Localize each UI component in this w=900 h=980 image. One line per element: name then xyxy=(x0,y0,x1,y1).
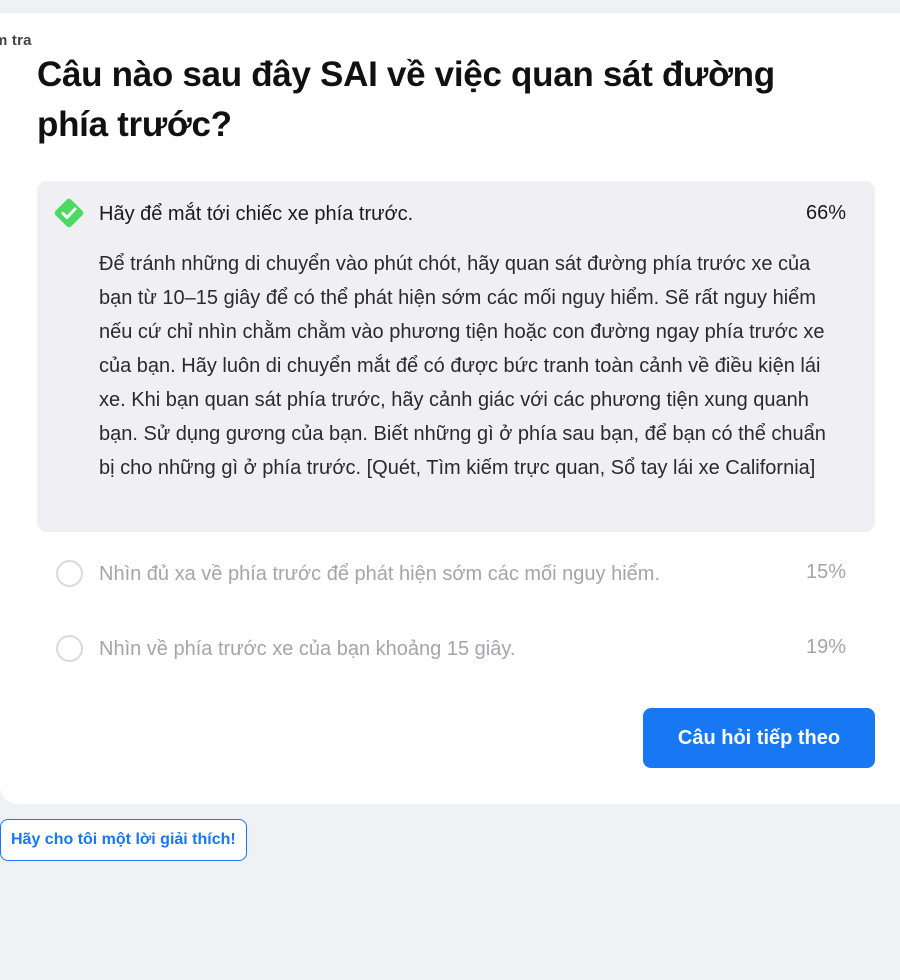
radio-button[interactable] xyxy=(56,560,83,587)
answer-label[interactable]: Nhìn về phía trước xe của bạn khoảng 15 … xyxy=(99,635,515,663)
answer-explanation: Để tránh những di chuyển vào phút chót, … xyxy=(99,253,826,479)
explain-button[interactable]: Hãy cho tôi một lời giải thích! xyxy=(0,819,247,861)
next-question-button[interactable]: Câu hỏi tiếp theo xyxy=(643,708,875,768)
question-text: Câu nào sau đây SAI về việc quan sát đườ… xyxy=(37,55,775,144)
answer-percent: 66% xyxy=(805,202,846,224)
radio-button[interactable] xyxy=(56,635,83,662)
answer-label[interactable]: Nhìn đủ xa về phía trước để phát hiện sớ… xyxy=(99,560,660,588)
answer-percent: 19% xyxy=(805,636,846,658)
answer-percent: 15% xyxy=(805,561,846,583)
check-diamond-icon xyxy=(54,198,84,228)
answer-label: Hãy để mắt tới chiếc xe phía trước. xyxy=(99,203,414,225)
section-label: m tra xyxy=(0,32,32,49)
